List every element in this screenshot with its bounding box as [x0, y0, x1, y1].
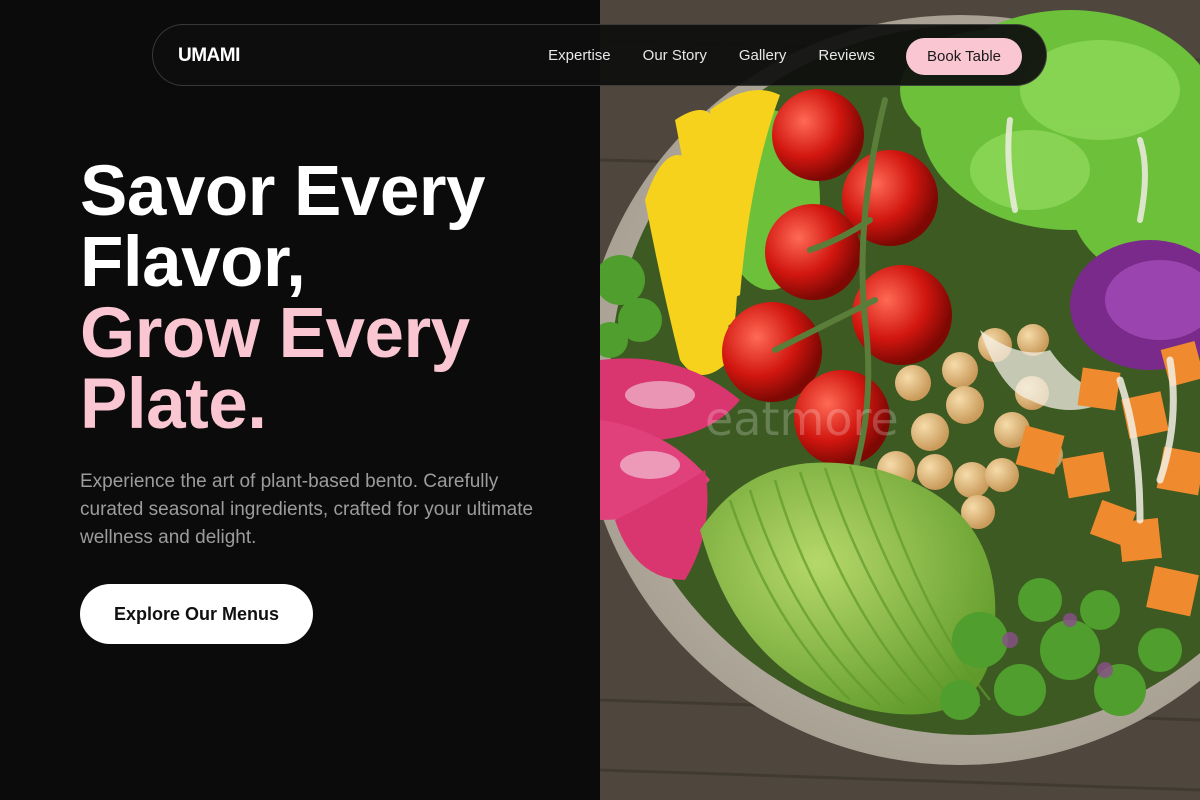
- nav-link-expertise[interactable]: Expertise: [548, 37, 611, 75]
- nav-link-reviews[interactable]: Reviews: [818, 37, 875, 75]
- top-navigation: UMAMI Expertise Our Story Gallery Review…: [152, 24, 1047, 86]
- hero-title-line-3: Grow Every: [80, 294, 470, 373]
- hero-title: Savor Every Flavor, Grow Every Plate.: [80, 156, 580, 440]
- book-table-button[interactable]: Book Table: [906, 37, 1022, 75]
- salad-bowl-illustration: eatmore: [600, 0, 1200, 800]
- image-watermark: eatmore: [705, 392, 899, 446]
- nav-link-our-story[interactable]: Our Story: [643, 37, 707, 75]
- brand-logo[interactable]: UMAMI: [178, 45, 240, 67]
- explore-menus-button[interactable]: Explore Our Menus: [80, 584, 313, 644]
- hero-subtitle: Experience the art of plant-based bento.…: [80, 471, 534, 548]
- hero-food-image: eatmore: [600, 0, 1200, 800]
- hero-title-line-4: Plate.: [80, 365, 267, 444]
- nav-link-gallery[interactable]: Gallery: [739, 37, 787, 75]
- hero-title-line-1: Savor Every: [80, 152, 486, 231]
- nav-links: Expertise Our Story Gallery Reviews Book…: [548, 37, 1022, 75]
- hero-title-line-2: Flavor,: [80, 223, 306, 302]
- hero-left-panel: Savor Every Flavor, Grow Every Plate. Ex…: [0, 0, 600, 800]
